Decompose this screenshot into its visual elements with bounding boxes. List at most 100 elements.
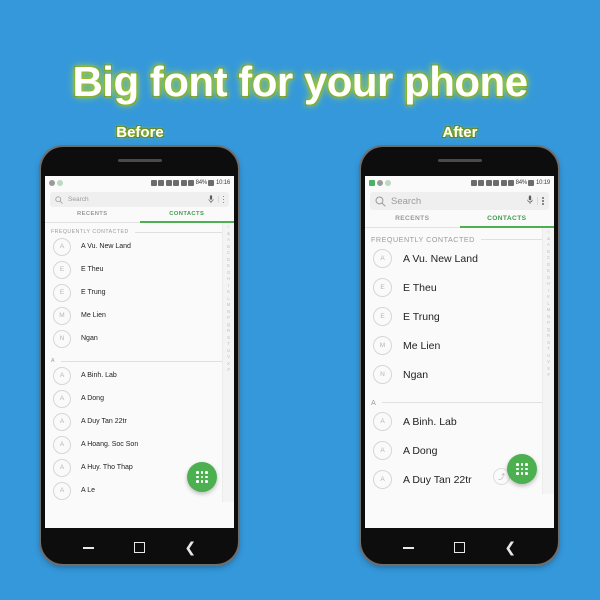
list-item[interactable]: A A Duy Tan 22tr [45,410,234,433]
home-button[interactable] [453,542,465,553]
battery-saver-icon [57,179,63,186]
section-divider [134,231,229,233]
section-divider [382,402,549,403]
battery-percent: 84% [195,179,208,186]
list-item[interactable]: A A Hoang. Soc Son [45,433,234,456]
contact-name: A Huy. Tho Thap [81,464,133,471]
list-item[interactable]: M Me Lien [365,331,554,360]
status-bar-right-icons: 84% 10:16 [150,179,230,186]
list-item[interactable]: E E Theu [365,273,554,302]
alpha-index-letter[interactable]: # [547,372,549,379]
overflow-menu-icon[interactable] [537,196,544,206]
dialpad-fab-button[interactable] [187,462,217,492]
list-item[interactable]: E E Trung [45,281,234,304]
battery-percent: 84% [515,179,528,186]
status-bar: 84% 10:19 [365,176,554,189]
contact-name: E Theu [81,266,104,273]
clock: 10:19 [535,179,550,186]
avatar: A [373,470,392,489]
avatar: A [373,249,392,268]
dialpad-fab-button[interactable] [507,454,537,484]
status-bar-right-icons: 84% 10:19 [470,179,550,186]
section-header-label: A [51,358,55,364]
alphabet-index-scrubber[interactable]: ☆ & A B C D E G H I K L M N P Q R S T U V X # [542,228,554,494]
section-header-label: FREQUENTLY CONTACTED [371,235,475,244]
avatar: A [53,389,71,408]
settings-icon [478,179,485,186]
list-item[interactable]: M Me Lien [45,304,234,327]
list-item[interactable]: A A Vu. New Land [45,235,234,258]
mic-icon[interactable] [208,191,214,209]
status-bar: 84% 10:16 [45,176,234,189]
list-item[interactable]: N Ngan [45,327,234,350]
tab-recents[interactable]: RECENTS [45,211,140,223]
avatar: A [53,435,71,454]
mic-icon[interactable] [527,192,533,210]
section-header-a: A [371,398,549,407]
signal-icon [188,179,195,186]
phone-screen-after: 84% 10:19 Search RECENTS CONTACTS FREQUE… [365,176,554,528]
no-sound-icon [470,179,477,186]
avatar: N [373,365,392,384]
page-title: Big font for your phone [72,58,528,106]
contact-name: A Binh. Lab [403,415,457,428]
caption-before: Before [116,124,164,141]
section-header-frequently-contacted: FREQUENTLY CONTACTED [371,235,549,244]
list-item[interactable]: A A Binh. Lab [365,407,554,436]
wifi-icon [165,179,172,186]
search-input-placeholder[interactable]: Search [68,196,208,203]
tab-recents[interactable]: RECENTS [365,215,460,228]
contact-name: A Binh. Lab [81,372,117,379]
avatar: N [53,329,71,348]
search-input-placeholder[interactable]: Search [391,196,527,207]
alphabet-index-scrubber[interactable]: ☆ & A B C D E G H I K L M N P Q R S T U V X # [222,223,234,502]
avatar: M [373,336,392,355]
recents-button[interactable] [82,546,94,549]
overflow-menu-icon[interactable] [217,195,224,204]
sd-card-icon [493,179,500,186]
list-item[interactable]: A A Vu. New Land [365,244,554,273]
dialpad-icon [515,462,519,466]
tab-contacts[interactable]: CONTACTS [139,211,234,223]
sd-card-icon [173,179,180,186]
list-item[interactable]: A A Binh. Lab [45,364,234,387]
phone-mockup-before: 84% 10:16 Search RECENTS CONTACTS FREQUE… [41,147,238,564]
contact-name: A Vu. New Land [403,252,478,265]
avatar: A [53,458,71,477]
alpha-index-letter[interactable]: # [227,367,229,374]
screenshot-icon [500,179,507,186]
avatar: E [53,283,71,302]
contacts-list[interactable]: FREQUENTLY CONTACTED A A Vu. New Land E … [45,223,234,502]
contact-name: A Le [81,487,96,494]
sim-icon [49,179,55,186]
screenshot-icon [180,179,187,186]
tab-contacts[interactable]: CONTACTS [459,215,554,228]
avatar: E [53,260,71,279]
list-item[interactable]: E E Trung [365,302,554,331]
sim-icon [377,179,383,186]
list-item[interactable]: E E Theu [45,258,234,281]
contact-name: Me Lien [81,312,106,319]
clock: 10:16 [215,179,230,186]
status-bar-left-icons [369,179,391,186]
search-icon [375,196,386,207]
contacts-list[interactable]: FREQUENTLY CONTACTED A A Vu. New Land E … [365,228,554,494]
phone-screen-before: 84% 10:16 Search RECENTS CONTACTS FREQUE… [45,176,234,528]
recents-button[interactable] [402,546,414,549]
avatar: M [53,306,71,325]
back-button[interactable]: ❮ [184,541,196,555]
list-item[interactable]: N Ngan [365,360,554,389]
contact-name: A Vu. New Land [81,243,131,250]
search-bar[interactable]: Search [370,192,549,210]
list-item[interactable]: A A Dong [45,387,234,410]
home-button[interactable] [133,542,145,553]
back-button[interactable]: ❮ [504,541,516,555]
search-bar[interactable]: Search [50,192,229,207]
contact-name: A Dong [81,395,104,402]
avatar: A [373,412,392,431]
avatar: A [53,366,71,385]
contact-name: Ngan [81,335,98,342]
avatar: E [373,278,392,297]
